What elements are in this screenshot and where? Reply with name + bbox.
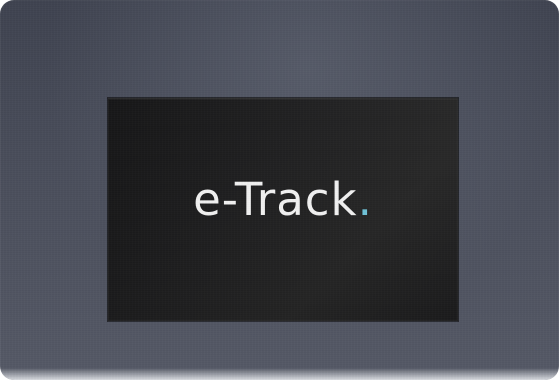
logo-dot: .: [357, 173, 373, 226]
device-frame: e-Track.: [0, 0, 559, 380]
device-screen: e-Track.: [108, 98, 458, 321]
etrack-logo: e-Track.: [108, 177, 458, 222]
frame-bottom-edge: [0, 368, 559, 380]
logo-text: e-Track: [193, 173, 358, 226]
